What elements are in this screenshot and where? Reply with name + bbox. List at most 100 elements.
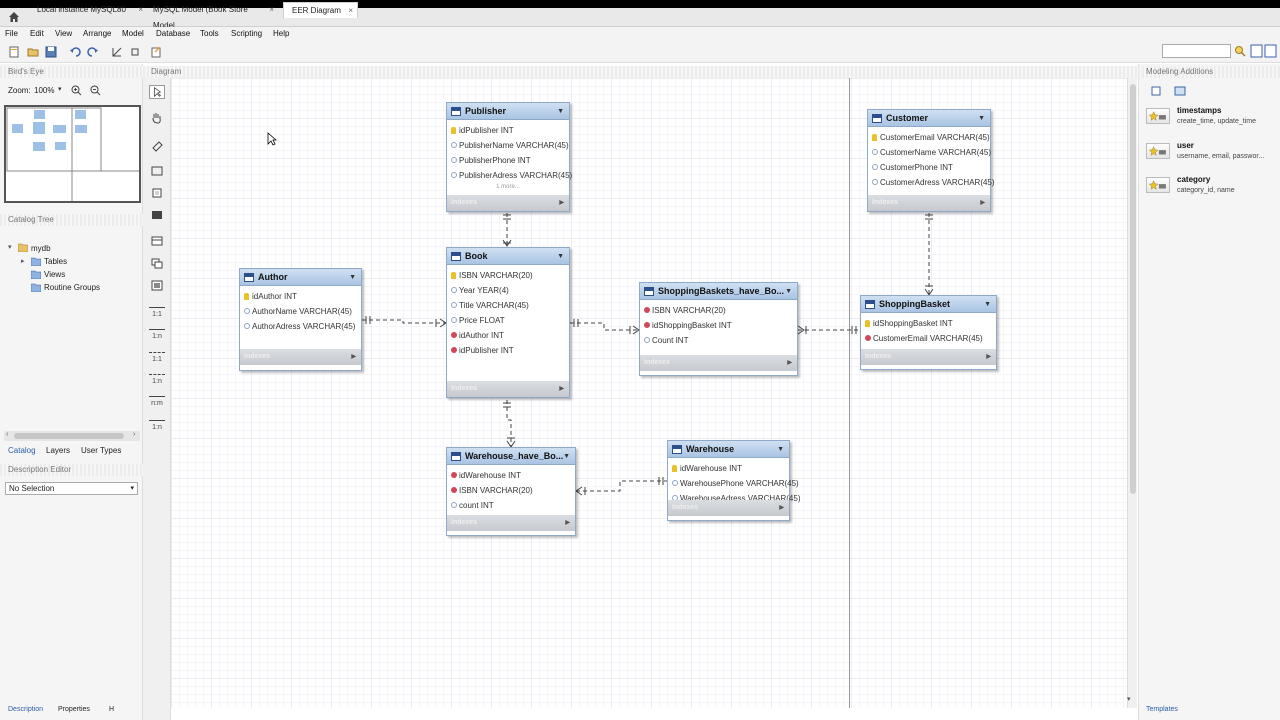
column-row[interactable]: idPublisher INT: [447, 343, 569, 358]
column-row[interactable]: ISBN VARCHAR(20): [447, 268, 569, 283]
column-row[interactable]: PublisherName VARCHAR(45): [447, 138, 569, 153]
indexes-bar[interactable]: Indexes ▶: [640, 355, 797, 371]
collapse-icon[interactable]: ▼: [563, 448, 570, 464]
entity-title: Author: [258, 272, 288, 282]
entity-header[interactable]: Customer ▼: [868, 110, 990, 127]
collapse-icon[interactable]: ▼: [557, 248, 564, 264]
column-row[interactable]: idAuthor INT: [240, 289, 361, 304]
addition-category[interactable]: category category_id, name: [1146, 175, 1274, 203]
column-row[interactable]: idShoppingBasket INT: [861, 316, 996, 331]
primary-key-icon: [244, 293, 249, 300]
indexes-bar[interactable]: Indexes ▶: [447, 381, 569, 397]
entity-header[interactable]: Warehouse_have_Bo... ▼: [447, 448, 575, 465]
column-row[interactable]: Price FLOAT: [447, 313, 569, 328]
collapse-icon[interactable]: ▼: [984, 296, 991, 312]
scrollbar-thumb[interactable]: [1130, 84, 1136, 494]
tab-templates[interactable]: Templates: [1146, 706, 1178, 713]
column-row[interactable]: CustomerAdress VARCHAR(45): [868, 175, 995, 190]
entity-warehouse-have-books[interactable]: Warehouse_have_Bo... ▼ idWarehouse INT IS…: [446, 447, 576, 536]
column-row[interactable]: idWarehouse INT: [447, 468, 575, 483]
column-row[interactable]: CustomerPhone INT: [868, 160, 990, 175]
template-star-icon: [1146, 108, 1170, 124]
indexes-bar[interactable]: Indexes ▶: [868, 195, 990, 211]
entity-title: ShoppingBasket: [879, 299, 951, 309]
column-row[interactable]: AuthorAdress VARCHAR(45): [240, 319, 361, 334]
column-row[interactable]: PublisherPhone INT: [447, 153, 569, 168]
column-row[interactable]: idPublisher INT: [447, 123, 569, 138]
column-row[interactable]: Count INT: [640, 333, 797, 348]
column-row[interactable]: idAuthor INT: [447, 328, 569, 343]
column-row[interactable]: Year YEAR(4): [447, 283, 569, 298]
entity-title: Warehouse: [686, 444, 735, 454]
column-label: CustomerName VARCHAR(45): [880, 148, 991, 157]
column-label: ISBN VARCHAR(20): [459, 271, 533, 280]
entity-author[interactable]: Author ▼ idAuthor INT AuthorName VARCHAR(…: [239, 268, 362, 371]
entity-header[interactable]: Author ▼: [240, 269, 361, 286]
entity-customer[interactable]: Customer ▼ CustomerEmail VARCHAR(45) Cust…: [867, 109, 995, 212]
column-row[interactable]: Title VARCHAR(45): [447, 298, 569, 313]
more-columns-label[interactable]: 1 more...: [447, 183, 569, 192]
collapse-icon[interactable]: ▼: [557, 103, 564, 119]
expand-indexes-icon[interactable]: ▶: [559, 195, 564, 211]
entity-header[interactable]: Warehouse ▼: [668, 441, 789, 458]
table-icon: [451, 107, 461, 116]
foreign-key-icon: [451, 332, 457, 338]
column-icon: [244, 323, 250, 329]
column-row[interactable]: CustomerEmail VARCHAR(45): [868, 130, 990, 145]
indexes-bar[interactable]: Indexes ▶: [240, 349, 361, 365]
scroll-down-icon[interactable]: ▾: [1127, 695, 1131, 703]
indexes-bar[interactable]: Indexes ▶: [668, 500, 789, 516]
entity-publisher[interactable]: Publisher ▼ idPublisher INT PublisherName…: [446, 102, 572, 212]
expand-indexes-icon[interactable]: ▶: [779, 500, 784, 516]
foreign-key-icon: [644, 307, 650, 313]
entity-warehouse[interactable]: Warehouse ▼ idWarehouse INT WarehousePhon…: [667, 440, 800, 521]
expand-indexes-icon[interactable]: ▶: [980, 195, 985, 211]
column-row[interactable]: idShoppingBasket INT: [640, 318, 797, 333]
column-row[interactable]: ISBN VARCHAR(20): [447, 483, 575, 498]
column-label: ISBN VARCHAR(20): [459, 486, 533, 495]
column-row[interactable]: WarehousePhone VARCHAR(45): [668, 476, 799, 491]
column-row[interactable]: CustomerName VARCHAR(45): [868, 145, 991, 160]
entity-header[interactable]: ShoppingBasket ▼: [861, 296, 996, 313]
foreign-key-icon: [865, 335, 871, 341]
column-row[interactable]: CustomerEmail VARCHAR(45): [861, 331, 996, 346]
primary-key-icon: [451, 127, 456, 134]
entity-header[interactable]: Book ▼: [447, 248, 569, 265]
addition-timestamps[interactable]: timestamps create_time, update_time: [1146, 106, 1274, 134]
indexes-bar[interactable]: Indexes ▶: [447, 515, 575, 531]
indexes-bar[interactable]: Indexes ▶: [861, 349, 996, 365]
column-icon: [451, 142, 457, 148]
column-row[interactable]: PublisherAdress VARCHAR(45): [447, 168, 572, 183]
collapse-icon[interactable]: ▼: [777, 441, 784, 457]
diagram-v-scrollbar[interactable]: [1127, 78, 1137, 708]
column-row[interactable]: count INT: [447, 498, 575, 513]
column-icon: [451, 172, 457, 178]
foreign-key-icon: [451, 472, 457, 478]
expand-indexes-icon[interactable]: ▶: [787, 355, 792, 371]
template-icon[interactable]: [1174, 85, 1186, 97]
expand-indexes-icon[interactable]: ▶: [351, 349, 356, 365]
column-row[interactable]: AuthorName VARCHAR(45): [240, 304, 361, 319]
primary-key-icon: [872, 134, 877, 141]
collapse-icon[interactable]: ▼: [978, 110, 985, 126]
column-row[interactable]: idWarehouse INT: [668, 461, 789, 476]
entity-shopping-basket[interactable]: ShoppingBasket ▼ idShoppingBasket INT Cus…: [860, 295, 997, 370]
column-label: idPublisher INT: [459, 346, 514, 355]
indexes-label: Indexes: [451, 519, 478, 526]
indexes-bar[interactable]: Indexes ▶: [447, 195, 569, 211]
expand-indexes-icon[interactable]: ▶: [986, 349, 991, 365]
addition-user[interactable]: user username, email, passwor...: [1146, 141, 1274, 169]
expand-indexes-icon[interactable]: ▶: [565, 515, 570, 531]
entity-book[interactable]: Book ▼ ISBN VARCHAR(20) Year YEAR(4) Titl…: [446, 247, 570, 398]
indexes-label: Indexes: [244, 353, 271, 360]
entity-shopping-baskets-have-books[interactable]: ShoppingBaskets_have_Bo... ▼ ISBN VARCHAR…: [639, 282, 798, 376]
expand-indexes-icon[interactable]: ▶: [559, 381, 564, 397]
column-row[interactable]: ISBN VARCHAR(20): [640, 303, 797, 318]
snippet-icon[interactable]: [1150, 85, 1162, 97]
entity-header[interactable]: Publisher ▼: [447, 103, 569, 120]
collapse-icon[interactable]: ▼: [785, 283, 792, 299]
column-label: CustomerEmail VARCHAR(45): [880, 133, 990, 142]
table-icon: [872, 114, 882, 123]
entity-header[interactable]: ShoppingBaskets_have_Bo... ▼: [640, 283, 797, 300]
collapse-icon[interactable]: ▼: [349, 269, 356, 285]
